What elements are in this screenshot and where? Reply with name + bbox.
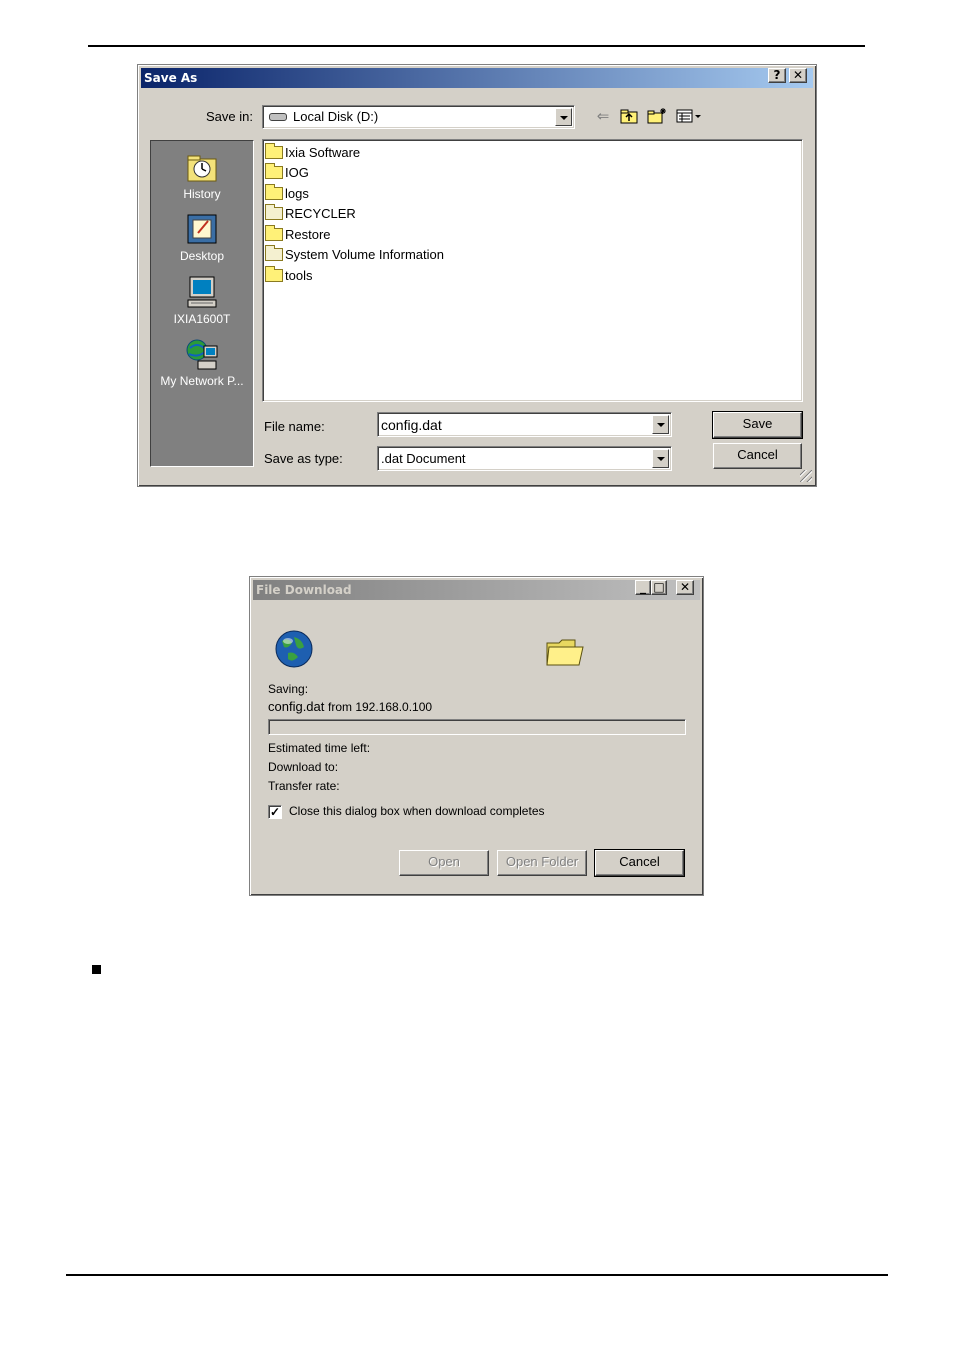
file-name-value: config.dat xyxy=(381,417,442,433)
save-as-dialog: Save As ? ✕ Save in: Local Disk (D:) ⇐ H… xyxy=(137,64,817,487)
place-history[interactable]: History xyxy=(151,149,253,201)
download-file-name: config.dat xyxy=(268,699,325,714)
close-when-done-label[interactable]: Close this dialog box when download comp… xyxy=(289,804,545,818)
save-as-type-select[interactable]: .dat Document xyxy=(377,446,672,471)
download-from-text: from 192.168.0.100 xyxy=(328,700,433,714)
folder-icon xyxy=(265,142,283,159)
file-name-input[interactable]: config.dat xyxy=(377,412,672,437)
file-download-title: File Download xyxy=(256,583,352,597)
folder-icon xyxy=(546,639,584,666)
maximize-button[interactable]: □ xyxy=(651,580,667,595)
cancel-button[interactable]: Cancel xyxy=(594,849,685,877)
open-folder-button[interactable]: Open Folder xyxy=(497,850,587,876)
folder-icon xyxy=(265,224,283,241)
place-label: History xyxy=(183,187,221,201)
folder-icon xyxy=(265,162,283,179)
list-item[interactable]: IOG xyxy=(265,162,309,181)
download-source: config.dat from 192.168.0.100 xyxy=(268,699,432,714)
list-item[interactable]: RECYCLER xyxy=(265,203,356,222)
globe-icon xyxy=(275,630,313,668)
places-bar: History Desktop IXIA1600T My Network P..… xyxy=(150,140,254,467)
close-button[interactable]: ✕ xyxy=(789,68,807,83)
save-as-type-dropdown-button[interactable] xyxy=(652,449,669,468)
cancel-button[interactable]: Cancel xyxy=(713,443,802,469)
save-in-label: Save in: xyxy=(206,109,253,124)
download-to-label: Download to: xyxy=(268,760,339,774)
list-item[interactable]: System Volume Information xyxy=(265,244,444,263)
help-button[interactable]: ? xyxy=(768,68,786,83)
save-button[interactable]: Save xyxy=(712,411,803,439)
file-download-titlebar[interactable]: File Download xyxy=(253,580,700,600)
file-name-label: File name: xyxy=(264,419,325,434)
new-folder-icon[interactable] xyxy=(646,107,668,127)
check-mark-icon: ✓ xyxy=(269,805,281,819)
list-item[interactable]: Ixia Software xyxy=(265,142,360,161)
place-label: Desktop xyxy=(179,249,225,263)
page-header-rule xyxy=(88,45,865,47)
folder-icon xyxy=(265,183,283,200)
place-label: IXIA1600T xyxy=(173,312,231,326)
transfer-rate-label: Transfer rate: xyxy=(268,779,340,793)
minimize-button[interactable]: _ xyxy=(635,580,651,595)
list-item[interactable]: logs xyxy=(265,183,309,202)
place-desktop[interactable]: Desktop xyxy=(151,211,253,263)
save-as-type-value: .dat Document xyxy=(381,451,466,466)
file-name-dropdown-button[interactable] xyxy=(652,415,669,434)
network-places-icon xyxy=(186,339,218,370)
estimated-time-label: Estimated time left: xyxy=(268,741,371,755)
close-button[interactable]: ✕ xyxy=(676,580,694,595)
page-footer-rule xyxy=(66,1274,888,1276)
list-item[interactable]: tools xyxy=(265,265,312,284)
close-when-done-checkbox[interactable]: ✓ xyxy=(268,805,282,819)
up-folder-icon[interactable] xyxy=(618,107,640,127)
view-menu-icon[interactable] xyxy=(674,107,704,127)
save-as-titlebar[interactable]: Save As xyxy=(141,68,813,88)
file-download-dialog: File Download _ □ ✕ Saving: config.dat f… xyxy=(249,576,704,896)
place-network[interactable]: My Network P... xyxy=(151,336,253,388)
resize-grip-icon[interactable] xyxy=(800,470,812,482)
save-in-dropdown-button[interactable] xyxy=(555,108,572,126)
saving-label: Saving: xyxy=(268,682,309,696)
drive-icon xyxy=(269,113,287,121)
file-list[interactable]: Ixia Software IOG logs RECYCLER Restore … xyxy=(262,139,803,402)
back-arrow-icon[interactable]: ⇐ xyxy=(592,107,614,127)
place-my-computer[interactable]: IXIA1600T xyxy=(151,274,253,326)
folder-icon xyxy=(265,265,283,282)
save-as-type-label: Save as type: xyxy=(264,451,343,466)
download-progress-bar xyxy=(268,719,686,735)
history-icon xyxy=(187,155,217,182)
save-in-value: Local Disk (D:) xyxy=(293,109,379,124)
desktop-icon xyxy=(187,214,217,244)
bullet-marker xyxy=(92,965,101,974)
save-in-combo[interactable]: Local Disk (D:) xyxy=(262,105,575,129)
place-label: My Network P... xyxy=(160,374,244,388)
save-as-title: Save As xyxy=(144,71,198,85)
system-folder-icon xyxy=(265,203,283,220)
computer-icon xyxy=(187,276,217,308)
list-item[interactable]: Restore xyxy=(265,224,331,243)
open-button[interactable]: Open xyxy=(399,850,489,876)
system-folder-icon xyxy=(265,244,283,261)
